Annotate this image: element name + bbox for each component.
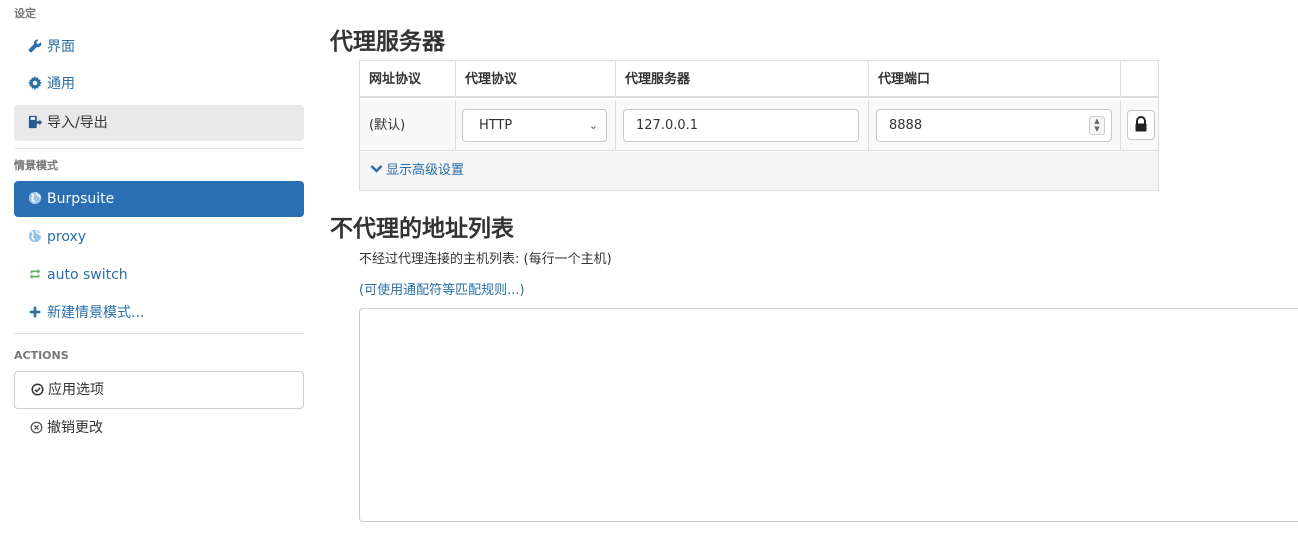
profile-item-auto-switch[interactable]: auto switch (14, 257, 304, 293)
profile-label: auto switch (47, 267, 128, 283)
revert-changes-button[interactable]: 撤销更改 (14, 410, 304, 446)
sidebar-item-import-export[interactable]: 导入/导出 (14, 105, 304, 141)
chevron-down-icon (370, 165, 383, 173)
proxy-table: 网址协议 代理协议 代理服务器 代理端口 (默认) HTTP ⌄ 127.0.0… (359, 60, 1159, 191)
bypass-help-text: 不经过代理连接的主机列表: (每行一个主机) (359, 252, 612, 267)
chevron-down-icon: ⌄ (588, 119, 598, 132)
cell-auth (1121, 100, 1158, 151)
header-port: 代理端口 (869, 61, 1121, 98)
table-row: (默认) HTTP ⌄ 127.0.0.1 8888 ▲ ▼ (360, 100, 1158, 151)
sidebar-item-general[interactable]: 通用 (14, 66, 304, 102)
show-advanced-settings-link[interactable]: 显示高级设置 (370, 152, 464, 190)
bypass-list-textarea[interactable] (359, 308, 1298, 522)
header-actions (1121, 61, 1158, 98)
refresh-icon (29, 268, 41, 280)
profile-label: Burpsuite (47, 191, 115, 207)
port-value: 8888 (889, 118, 923, 133)
sidebar-item-interface[interactable]: 界面 (14, 29, 304, 65)
profile-item-proxy[interactable]: proxy (14, 219, 304, 255)
cancel-circle-icon (30, 421, 43, 434)
wrench-icon (28, 39, 42, 53)
proxy-port-input[interactable]: 8888 ▲ ▼ (876, 109, 1112, 142)
actions-header: ACTIONS (14, 349, 69, 362)
table-header-row: 网址协议 代理协议 代理服务器 代理端口 (360, 61, 1158, 98)
check-circle-icon (31, 383, 44, 396)
header-protocol: 代理协议 (456, 61, 616, 98)
profile-item-burpsuite[interactable]: Burpsuite (14, 181, 304, 217)
divider (14, 333, 304, 334)
bypass-list-title: 不代理的地址列表 (330, 216, 514, 242)
advanced-settings-row: 显示高级设置 (360, 152, 1158, 190)
cell-protocol: HTTP ⌄ (456, 100, 616, 151)
proxy-server-input[interactable]: 127.0.0.1 (623, 109, 859, 142)
sidebar-item-label: 通用 (47, 76, 75, 92)
plus-icon (29, 306, 41, 318)
divider (14, 148, 304, 149)
protocol-selected-value: HTTP (479, 118, 513, 133)
port-stepper[interactable]: ▲ ▼ (1089, 116, 1105, 135)
sidebar: 设定 界面 通用 导入/导出 情景模式 Burpsuite proxy auto… (0, 0, 318, 560)
globe-icon (28, 229, 42, 243)
header-scheme: 网址协议 (360, 61, 456, 98)
revert-changes-label: 撤销更改 (47, 420, 103, 436)
auth-lock-button[interactable] (1127, 110, 1155, 140)
sidebar-item-label: 导入/导出 (47, 115, 108, 131)
wildcard-rules-link[interactable]: (可使用通配符等匹配规则...) (359, 279, 525, 298)
lock-icon (1135, 116, 1147, 132)
globe-icon (28, 191, 42, 205)
profile-label: proxy (47, 229, 87, 245)
import-export-icon (28, 115, 42, 129)
apply-options-label: 应用选项 (48, 382, 104, 398)
apply-options-button[interactable]: 应用选项 (14, 371, 304, 409)
gear-icon (28, 76, 42, 90)
proxy-server-title: 代理服务器 (330, 29, 445, 55)
settings-header: 设定 (14, 7, 36, 20)
profiles-header: 情景模式 (14, 159, 58, 172)
scheme-value: (默认) (369, 118, 406, 133)
header-server: 代理服务器 (616, 61, 869, 98)
profile-label: 新建情景模式... (47, 305, 145, 321)
protocol-select[interactable]: HTTP ⌄ (462, 109, 607, 142)
new-profile-button[interactable]: 新建情景模式... (14, 295, 304, 331)
advanced-settings-label: 显示高级设置 (386, 163, 465, 178)
sidebar-item-label: 界面 (47, 39, 75, 55)
cell-port: 8888 ▲ ▼ (869, 100, 1121, 151)
cell-scheme: (默认) (360, 100, 456, 151)
cell-server: 127.0.0.1 (616, 100, 869, 151)
